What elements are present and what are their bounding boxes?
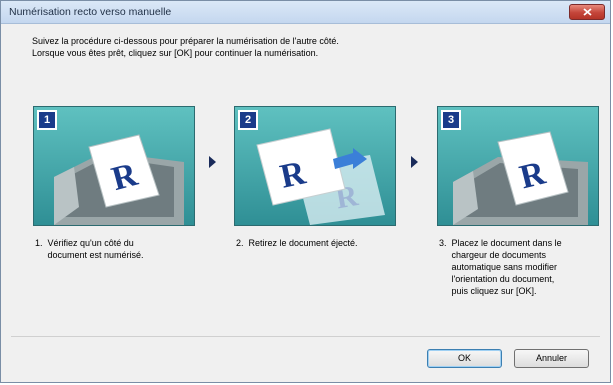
step-3-line-2: chargeur de documents [439, 250, 547, 260]
instructions-line-2: Lorsque vous êtes prêt, cliquez sur [OK]… [32, 48, 319, 58]
step-1-badge: 1 [37, 110, 57, 130]
cancel-button[interactable]: Annuler [514, 349, 589, 368]
close-button[interactable] [569, 4, 605, 20]
window-title: Numérisation recto verso manuelle [9, 6, 172, 18]
title-bar[interactable]: Numérisation recto verso manuelle [1, 1, 610, 24]
step-1-line-2: document est numérisé. [35, 250, 144, 260]
feeder-load-icon: R [453, 131, 588, 225]
instructions-text: Suivez la procédure ci-dessous pour prép… [32, 35, 592, 59]
ok-button[interactable]: OK [427, 349, 502, 368]
dialog-window: Numérisation recto verso manuelle Suivez… [0, 0, 611, 383]
arrow-right-icon [209, 156, 216, 168]
step-3-line-3: automatique sans modifier [439, 262, 558, 272]
step-2-badge: 2 [238, 110, 258, 130]
step-3-text: 3. Placez le document dans le chargeur d… [439, 237, 562, 297]
remove-document-icon: R R [256, 128, 385, 225]
step-3-line-5: puis cliquez sur [OK]. [439, 286, 537, 296]
step-3-illustration: R 3 [437, 106, 599, 226]
close-icon [583, 8, 592, 16]
step-1-text: 1. Vérifiez qu'un côté du document est n… [35, 237, 144, 261]
step-3-badge: 3 [441, 110, 461, 130]
step-1-illustration: R 1 [33, 106, 195, 226]
instructions-line-1: Suivez la procédure ci-dessous pour prép… [32, 36, 339, 46]
footer-divider [11, 336, 600, 337]
step-1-line-1: 1. Vérifiez qu'un côté du [35, 238, 134, 248]
step-2-line-1: 2. Retirez le document éjecté. [236, 238, 358, 248]
step-2-text: 2. Retirez le document éjecté. [236, 237, 358, 249]
scanner-output-icon: R [54, 134, 184, 225]
arrow-right-icon [411, 156, 418, 168]
step-3-line-1: 3. Placez le document dans le [439, 238, 562, 248]
step-3-line-4: l'orientation du document, [439, 274, 555, 284]
step-2-illustration: R R 2 [234, 106, 396, 226]
